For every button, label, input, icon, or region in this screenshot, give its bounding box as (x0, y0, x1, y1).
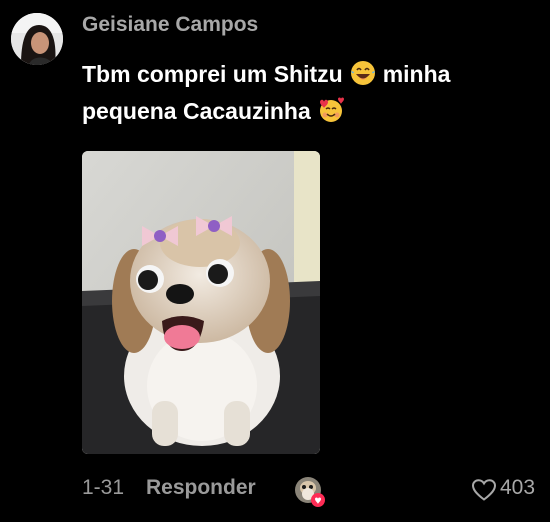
smiling-face-with-hearts-icon (319, 97, 344, 122)
reply-button[interactable]: Responder (146, 476, 256, 500)
comment-photo[interactable] (82, 151, 320, 454)
comment-text-part1: Tbm comprei um Shitzu (82, 61, 343, 87)
comment-date: 1-31 (82, 476, 125, 499)
commenter-username[interactable]: Geisiane Campos (82, 13, 258, 37)
comment-text: Tbm comprei um Shitzu minha pequena Caca… (82, 56, 537, 130)
like-count: 403 (500, 476, 536, 499)
commenter-avatar[interactable] (11, 13, 63, 65)
face-with-tears-of-joy-icon (350, 61, 375, 85)
heart-icon[interactable] (471, 478, 497, 502)
creator-liked-badge (294, 476, 326, 508)
